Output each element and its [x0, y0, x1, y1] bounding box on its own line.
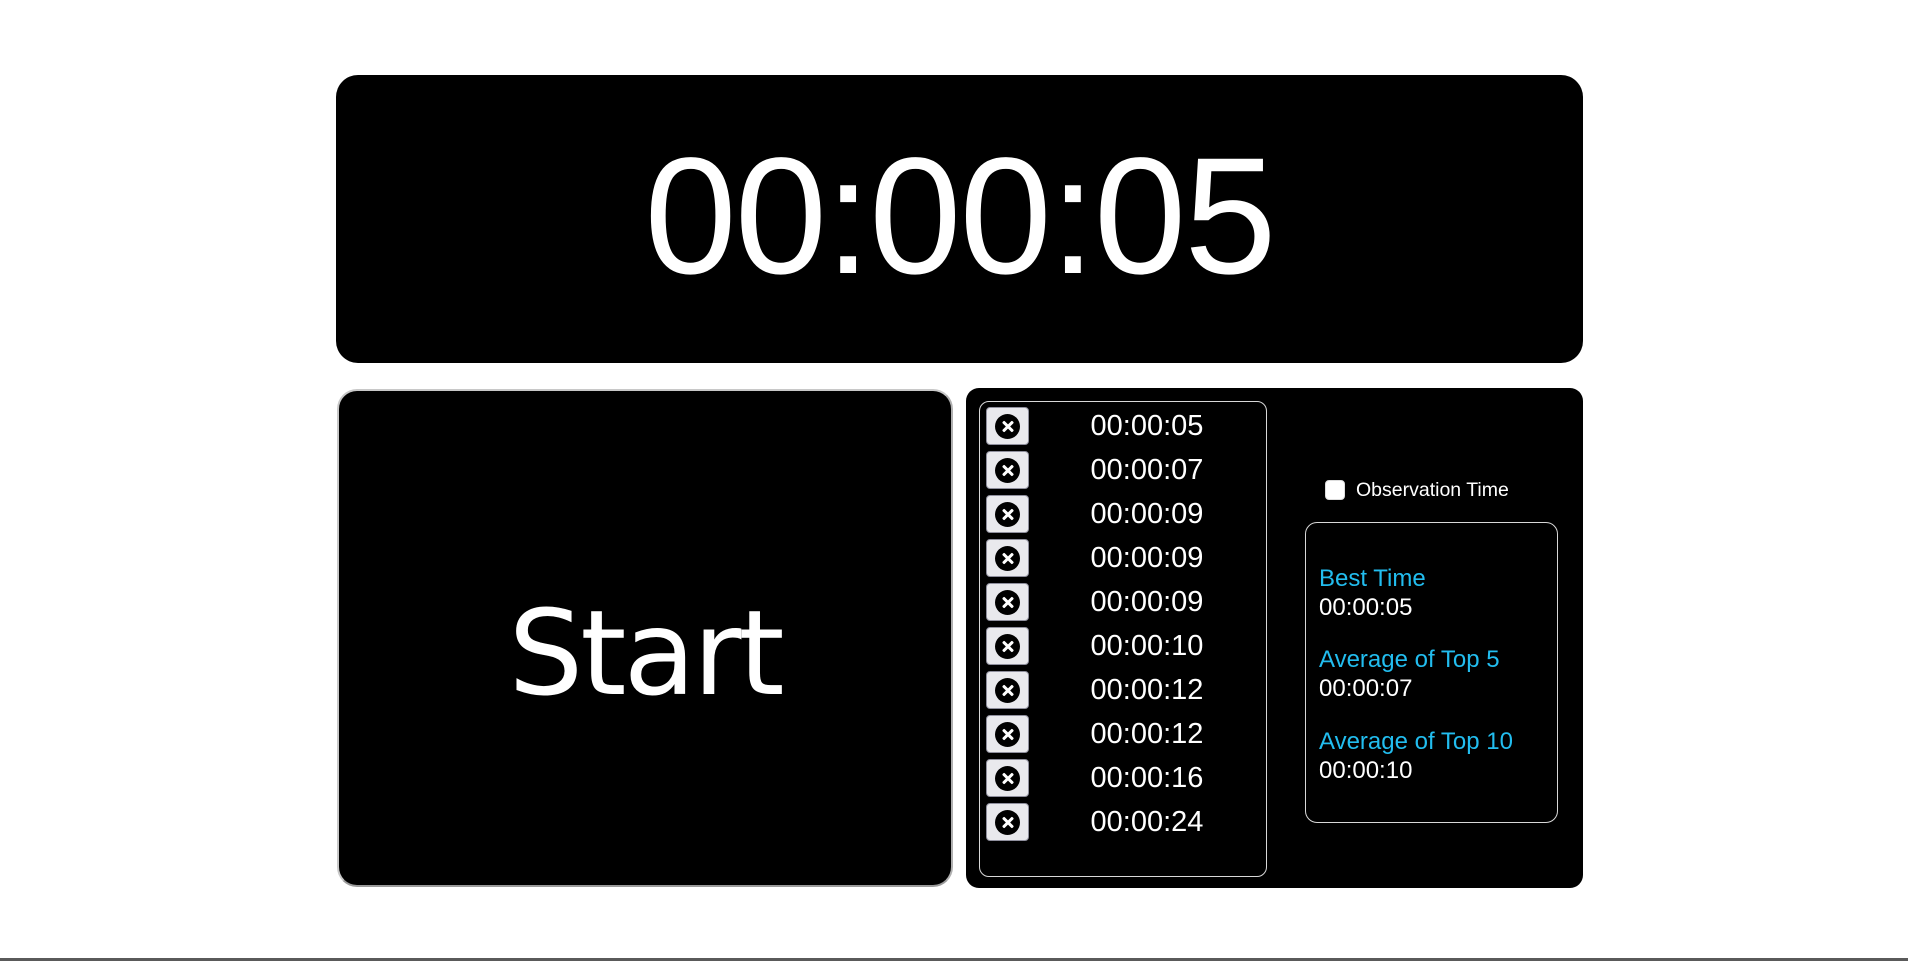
time-value: 00:00:24 [1090, 806, 1204, 838]
time-list-item: 00:00:09 [986, 583, 1256, 621]
delete-time-button[interactable] [986, 539, 1029, 577]
delete-time-button[interactable] [986, 583, 1029, 621]
time-value: 00:00:09 [1090, 542, 1204, 574]
close-circle-icon [995, 721, 1020, 747]
close-circle-icon [995, 677, 1020, 703]
best-time-value: 00:00:05 [1319, 594, 1413, 621]
start-button-label: Start [508, 584, 784, 722]
delete-time-button[interactable] [986, 759, 1029, 797]
delete-time-button[interactable] [986, 627, 1029, 665]
time-value: 00:00:07 [1090, 454, 1204, 486]
close-circle-icon [995, 809, 1020, 835]
close-circle-icon [995, 633, 1020, 659]
delete-time-button[interactable] [986, 715, 1029, 753]
close-circle-icon [995, 589, 1020, 615]
time-value: 00:00:05 [1090, 410, 1204, 442]
time-value: 00:00:10 [1090, 630, 1204, 662]
time-value: 00:00:09 [1090, 586, 1204, 618]
delete-time-button[interactable] [986, 407, 1029, 445]
time-list-item: 00:00:12 [986, 715, 1256, 753]
observation-time-checkbox[interactable] [1325, 480, 1345, 500]
time-list-item: 00:00:07 [986, 451, 1256, 489]
time-list-item: 00:00:10 [986, 627, 1256, 665]
close-circle-icon [995, 501, 1020, 527]
time-value: 00:00:09 [1090, 498, 1204, 530]
time-list-item: 00:00:24 [986, 803, 1256, 841]
delete-time-button[interactable] [986, 671, 1029, 709]
time-list-item: 00:00:09 [986, 539, 1256, 577]
close-circle-icon [995, 457, 1020, 483]
close-circle-icon [995, 413, 1020, 439]
timer-display: 00:00:05 [644, 124, 1276, 309]
average-top5-value: 00:00:07 [1319, 675, 1413, 702]
time-value: 00:00:16 [1090, 762, 1204, 794]
time-list-item: 00:00:05 [986, 407, 1256, 445]
time-list-item: 00:00:12 [986, 671, 1256, 709]
best-time-heading: Best Time [1319, 565, 1426, 592]
average-top5-heading: Average of Top 5 [1319, 646, 1500, 673]
delete-time-button[interactable] [986, 495, 1029, 533]
time-list-item: 00:00:16 [986, 759, 1256, 797]
time-value: 00:00:12 [1090, 718, 1204, 750]
average-top10-value: 00:00:10 [1319, 757, 1413, 784]
start-button[interactable]: Start [337, 389, 953, 887]
time-list-item: 00:00:09 [986, 495, 1256, 533]
close-circle-icon [995, 545, 1020, 571]
delete-time-button[interactable] [986, 803, 1029, 841]
close-circle-icon [995, 765, 1020, 791]
time-value: 00:00:12 [1090, 674, 1204, 706]
average-top10-heading: Average of Top 10 [1319, 728, 1513, 755]
timer-panel: 00:00:05 [336, 75, 1583, 363]
delete-time-button[interactable] [986, 451, 1029, 489]
observation-time-label[interactable]: Observation Time [1356, 478, 1509, 502]
